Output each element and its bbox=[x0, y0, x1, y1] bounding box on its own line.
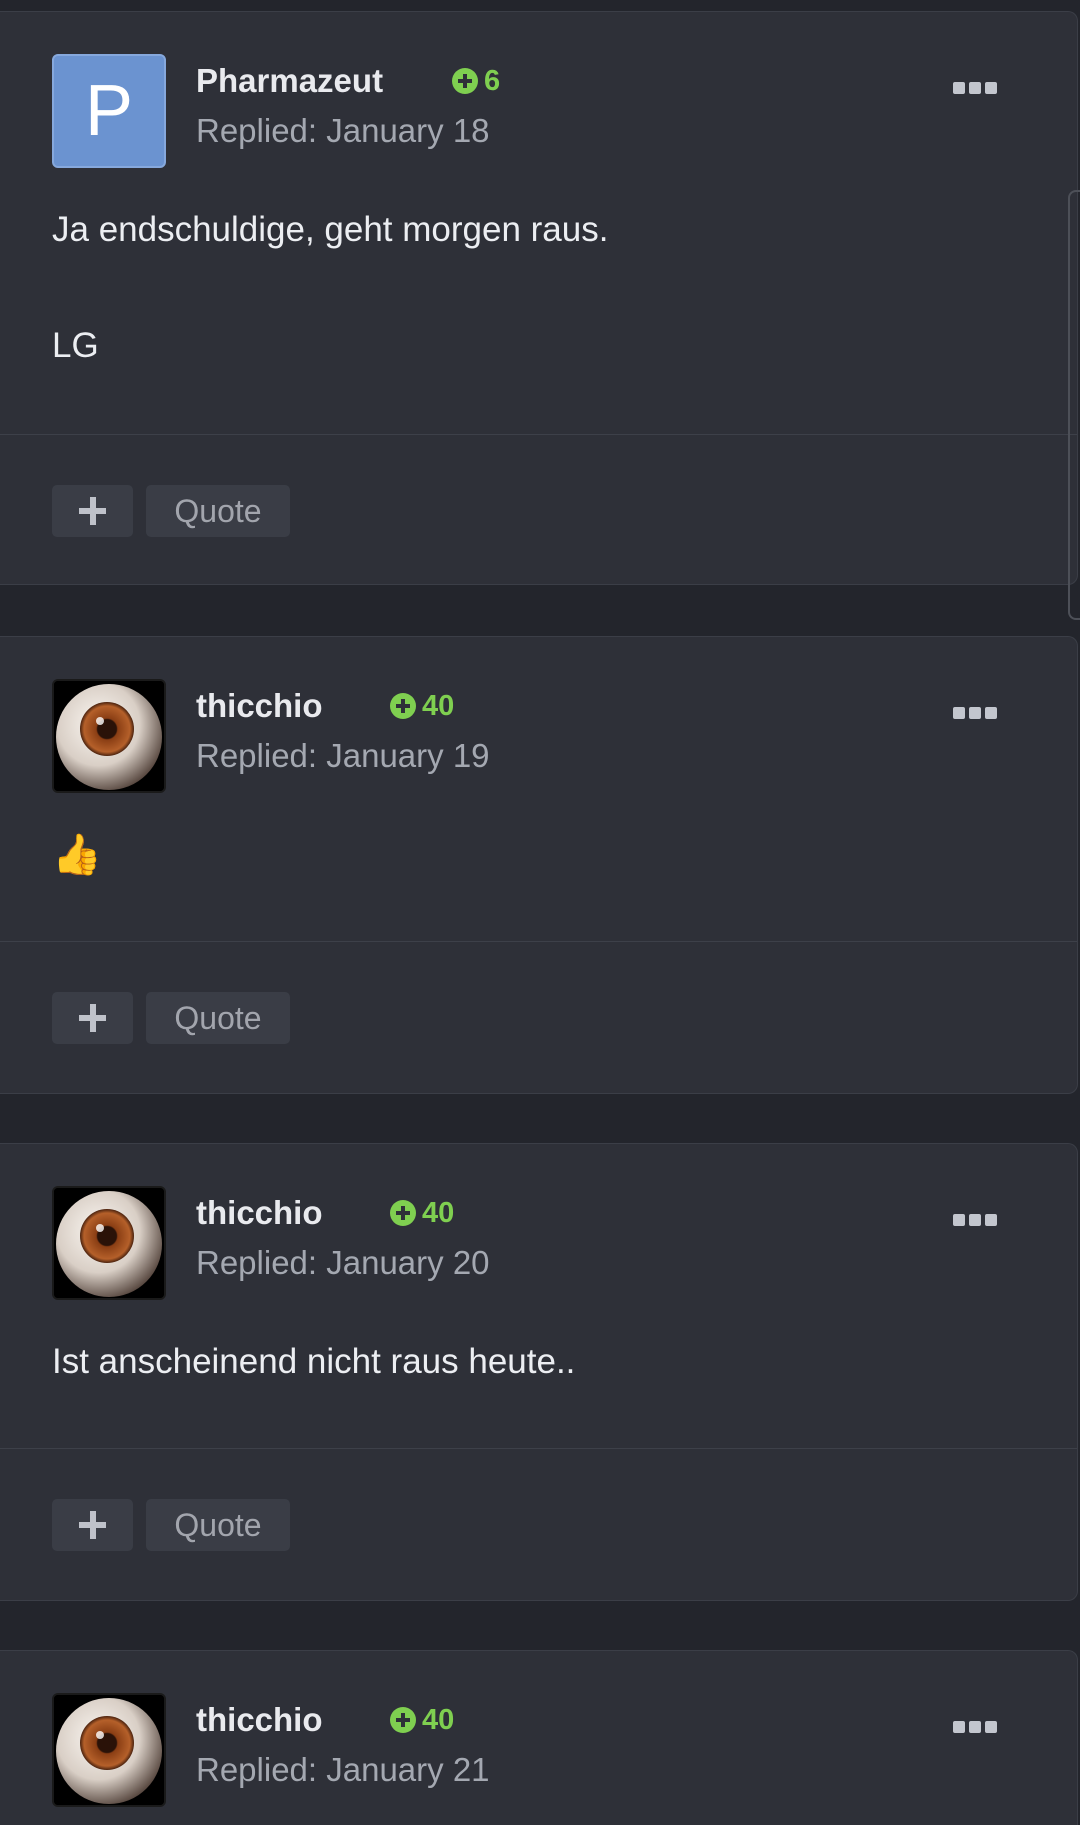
ellipsis-icon bbox=[953, 707, 965, 719]
post-content: Ist anscheinend nicht raus heute.. bbox=[52, 1340, 1025, 1384]
reputation-badge[interactable]: 40 bbox=[390, 1701, 454, 1739]
post-feed: P Pharmazeut 6 Replied: January 18 Ja en… bbox=[0, 0, 1080, 1825]
reputation-badge[interactable]: 40 bbox=[390, 687, 454, 725]
post-date[interactable]: Replied: January 21 bbox=[196, 1751, 490, 1789]
author-name[interactable]: thicchio bbox=[196, 1701, 323, 1739]
author-name[interactable]: Pharmazeut bbox=[196, 62, 383, 100]
post-header: thicchio 40 Replied: January 20 bbox=[52, 1186, 1077, 1300]
post-card: P Pharmazeut 6 Replied: January 18 Ja en… bbox=[0, 11, 1078, 585]
ellipsis-icon bbox=[953, 82, 965, 94]
post-content: Ja endschuldige, geht morgen raus. LG bbox=[52, 208, 1025, 368]
post-date[interactable]: Replied: January 18 bbox=[196, 112, 490, 150]
post-card: thicchio 40 Replied: January 21 bbox=[0, 1650, 1078, 1825]
divider bbox=[0, 1448, 1077, 1449]
react-button[interactable] bbox=[52, 992, 133, 1044]
post-card: thicchio 40 Replied: January 20 Ist ansc… bbox=[0, 1143, 1078, 1601]
more-options-button[interactable] bbox=[953, 82, 997, 96]
post-date[interactable]: Replied: January 19 bbox=[196, 737, 490, 775]
author-name[interactable]: thicchio bbox=[196, 687, 323, 725]
react-button[interactable] bbox=[52, 1499, 133, 1551]
post-paragraph: LG bbox=[52, 326, 99, 365]
reputation-badge[interactable]: 6 bbox=[452, 62, 500, 100]
post-actions: Quote bbox=[52, 992, 290, 1044]
react-button[interactable] bbox=[52, 485, 133, 537]
thumbs-up-icon: 👍 bbox=[52, 832, 102, 878]
plus-circle-icon bbox=[452, 68, 478, 94]
divider bbox=[0, 941, 1077, 942]
more-options-button[interactable] bbox=[953, 707, 997, 721]
post-content: 👍 bbox=[52, 833, 1025, 879]
ellipsis-icon bbox=[953, 1214, 965, 1226]
reputation-count: 6 bbox=[484, 65, 501, 97]
scroll-indicator[interactable] bbox=[1068, 190, 1080, 620]
more-options-button[interactable] bbox=[953, 1214, 997, 1228]
divider bbox=[0, 434, 1077, 435]
plus-circle-icon bbox=[390, 1200, 416, 1226]
more-options-button[interactable] bbox=[953, 1721, 997, 1735]
quote-button[interactable]: Quote bbox=[146, 1499, 290, 1551]
quote-button[interactable]: Quote bbox=[146, 485, 290, 537]
post-date[interactable]: Replied: January 20 bbox=[196, 1244, 490, 1282]
eyeball-avatar-image bbox=[54, 1188, 164, 1298]
plus-circle-icon bbox=[390, 693, 416, 719]
reputation-count: 40 bbox=[422, 1197, 455, 1229]
post-actions: Quote bbox=[52, 1499, 290, 1551]
post-paragraph: Ja endschuldige, geht morgen raus. bbox=[52, 210, 609, 249]
avatar[interactable] bbox=[52, 1186, 166, 1300]
eyeball-avatar-image bbox=[54, 1695, 164, 1805]
post-actions: Quote bbox=[52, 485, 290, 537]
avatar[interactable]: P bbox=[52, 54, 166, 168]
post-header: thicchio 40 Replied: January 21 bbox=[52, 1693, 1077, 1807]
avatar[interactable] bbox=[52, 679, 166, 793]
post-card: thicchio 40 Replied: January 19 👍 Quote bbox=[0, 636, 1078, 1094]
reputation-count: 40 bbox=[422, 1704, 455, 1736]
avatar[interactable] bbox=[52, 1693, 166, 1807]
eyeball-avatar-image bbox=[54, 681, 164, 791]
post-header: P Pharmazeut 6 Replied: January 18 bbox=[52, 54, 1077, 168]
plus-circle-icon bbox=[390, 1707, 416, 1733]
post-paragraph: Ist anscheinend nicht raus heute.. bbox=[52, 1342, 576, 1381]
ellipsis-icon bbox=[953, 1721, 965, 1733]
reputation-badge[interactable]: 40 bbox=[390, 1194, 454, 1232]
post-header: thicchio 40 Replied: January 19 bbox=[52, 679, 1077, 793]
quote-button[interactable]: Quote bbox=[146, 992, 290, 1044]
author-name[interactable]: thicchio bbox=[196, 1194, 323, 1232]
reputation-count: 40 bbox=[422, 690, 455, 722]
